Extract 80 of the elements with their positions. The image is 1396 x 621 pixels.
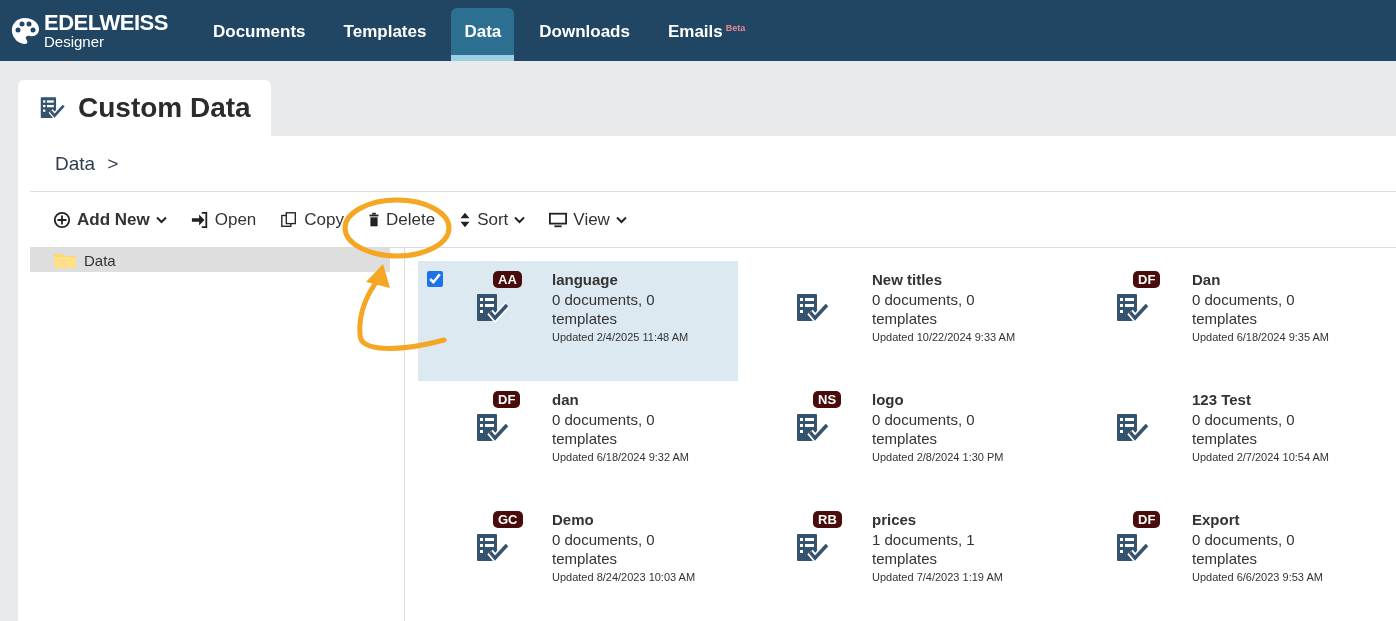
item-name: 123 Test bbox=[1192, 391, 1252, 408]
data-list-icon bbox=[796, 413, 830, 443]
data-list-icon bbox=[476, 293, 510, 323]
item-name: prices bbox=[872, 511, 918, 528]
data-list-icon bbox=[1116, 413, 1150, 443]
data-item-card[interactable]: RB prices 1 documents, 1 templates Updated 7/4/2023 1:19 AM bbox=[738, 501, 1058, 621]
item-updated: Updated 6/18/2024 9:32 AM bbox=[552, 451, 690, 463]
nav-tab[interactable]: Emails $^{Beta}$ bbox=[654, 8, 759, 61]
owner-initials-badge: GC bbox=[493, 511, 523, 528]
item-counts: 0 documents, 0 templates bbox=[552, 290, 656, 328]
page-title: Custom Data bbox=[78, 92, 251, 124]
data-list-icon bbox=[796, 533, 830, 563]
item-updated: Updated 2/4/2025 11:48 AM bbox=[552, 331, 690, 343]
item-updated: Updated 2/8/2024 1:30 PM bbox=[872, 451, 1005, 463]
data-list-icon bbox=[40, 96, 66, 120]
data-item-card[interactable]: DF Dan 0 documents, 0 templates Updated 6/18/2024 9:35 AM bbox=[1058, 261, 1378, 381]
tree-item[interactable]: Data bbox=[30, 248, 390, 272]
sort-icon bbox=[459, 210, 472, 229]
toolbar-button[interactable]: Copy bbox=[270, 203, 354, 236]
owner-initials-badge: AA bbox=[493, 271, 522, 288]
nav-tab[interactable]: Documents bbox=[200, 8, 319, 61]
item-updated: Updated 2/7/2024 10:54 AM bbox=[1192, 451, 1330, 463]
data-list-icon bbox=[1116, 533, 1150, 563]
item-counts: 1 documents, 1 templates bbox=[872, 530, 976, 568]
item-updated: Updated 7/4/2023 1:19 AM bbox=[872, 571, 1004, 583]
data-list-icon bbox=[1116, 293, 1150, 323]
item-name: Dan bbox=[1192, 271, 1222, 288]
beta-label: Beta bbox=[725, 22, 746, 33]
folder-icon bbox=[54, 252, 76, 268]
trash-icon bbox=[368, 210, 380, 229]
data-list-icon bbox=[476, 533, 510, 563]
data-item-card[interactable]: DF dan 0 documents, 0 templates Updated 6/18/2024 9:32 AM bbox=[418, 381, 738, 501]
data-item-card[interactable]: GC Demo 0 documents, 0 templates Updated 8/24/2023 10:03 AM bbox=[418, 501, 738, 621]
item-name: language bbox=[552, 271, 619, 288]
toolbar-button[interactable]: Delete bbox=[358, 203, 446, 236]
breadcrumb-link[interactable]: Data bbox=[55, 152, 96, 175]
item-name: New titles bbox=[872, 271, 944, 288]
owner-initials-badge: RB bbox=[813, 511, 842, 528]
item-updated: Updated 8/24/2023 10:03 AM bbox=[552, 571, 697, 583]
toolbar-button[interactable]: View bbox=[539, 203, 637, 236]
item-name: logo bbox=[872, 391, 905, 408]
data-item-card[interactable]: 123 Test 0 documents, 0 templates Updated 2/7/2024 10:54 AM bbox=[1058, 381, 1378, 501]
nav-tab[interactable]: Templates bbox=[330, 8, 440, 61]
item-counts: 0 documents, 0 templates bbox=[1192, 410, 1296, 448]
data-item-card[interactable]: NS logo 0 documents, 0 templates Updated 2/8/2024 1:30 PM bbox=[738, 381, 1058, 501]
item-updated: Updated 10/22/2024 9:33 AM bbox=[872, 331, 1017, 343]
data-item-card[interactable]: AA language 0 documents, 0 templates Updated 2/4/2025 11:48 AM bbox=[418, 261, 738, 381]
nav-tab[interactable]: Downloads bbox=[526, 8, 643, 61]
breadcrumb-separator: > bbox=[107, 152, 119, 175]
item-name: Demo bbox=[552, 511, 595, 528]
toolbar-button[interactable]: Sort bbox=[449, 203, 536, 236]
item-counts: 0 documents, 0 templates bbox=[552, 530, 656, 568]
data-list-icon bbox=[476, 413, 510, 443]
owner-initials-badge: DF bbox=[493, 391, 521, 408]
toolbar-button[interactable]: Add New bbox=[43, 203, 177, 236]
item-name: dan bbox=[552, 391, 580, 408]
logo-subtitle: Designer bbox=[44, 34, 106, 49]
item-counts: 0 documents, 0 templates bbox=[872, 290, 976, 328]
monitor-icon bbox=[549, 210, 568, 229]
copy-icon bbox=[280, 210, 299, 229]
item-updated: Updated 6/18/2024 9:35 AM bbox=[1192, 331, 1330, 343]
owner-initials-badge: DF bbox=[1133, 271, 1161, 288]
data-item-card[interactable]: DF Export 0 documents, 0 templates Updated 6/6/2023 9:53 AM bbox=[1058, 501, 1378, 621]
item-counts: 0 documents, 0 templates bbox=[552, 410, 656, 448]
item-checkbox[interactable] bbox=[427, 271, 443, 287]
sign-in-icon bbox=[190, 210, 209, 229]
plus-circle-icon bbox=[53, 210, 71, 229]
item-counts: 0 documents, 0 templates bbox=[872, 410, 976, 448]
item-name: Export bbox=[1192, 511, 1241, 528]
data-item-card[interactable]: New titles 0 documents, 0 templates Updated 10/22/2024 9:33 AM bbox=[738, 261, 1058, 381]
nav-tab[interactable]: Data bbox=[451, 8, 515, 61]
owner-initials-badge: DF bbox=[1133, 511, 1161, 528]
data-list-icon bbox=[796, 293, 830, 323]
item-updated: Updated 6/6/2023 9:53 AM bbox=[1192, 571, 1324, 583]
item-counts: 0 documents, 0 templates bbox=[1192, 290, 1296, 328]
toolbar-button[interactable]: Open bbox=[180, 203, 267, 236]
logo-title: EDELWEISS bbox=[44, 12, 168, 34]
item-counts: 0 documents, 0 templates bbox=[1192, 530, 1296, 568]
palette-logo-icon bbox=[10, 15, 40, 46]
owner-initials-badge: NS bbox=[813, 391, 842, 408]
